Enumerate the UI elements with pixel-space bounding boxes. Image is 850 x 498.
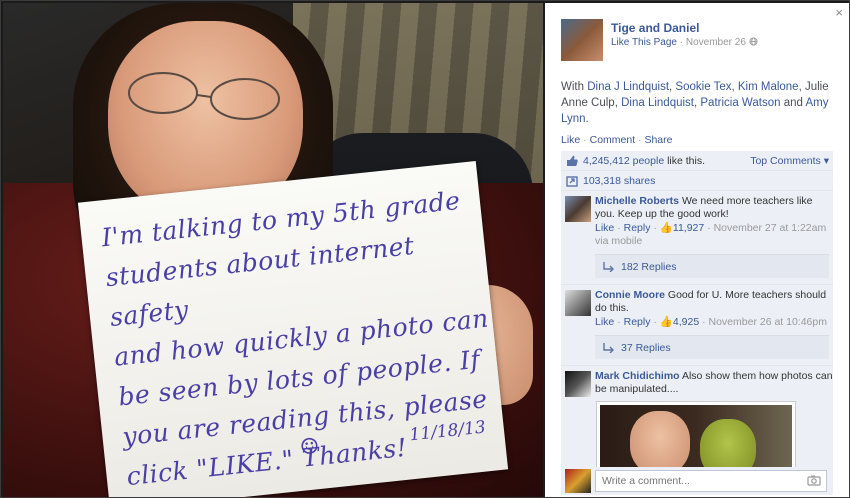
tagged-person[interactable]: Patricia Watson [700,97,780,109]
reply-icon [603,343,614,353]
smiley: ☺ [298,433,321,461]
likes-count[interactable]: 4,245,412 people [583,155,664,167]
tagged-people: With Dina J Lindquist, Sookie Tex, Kim M… [561,81,829,125]
comment-time: · November 26 at 10:46pm [699,316,827,328]
thumbs-up-icon: 👍 [659,222,673,234]
attachment-ogre [700,419,756,471]
page-avatar[interactable] [561,19,603,61]
tagged-person[interactable]: Dina J Lindquist [587,81,669,93]
photo[interactable]: I'm talking to my 5th grade students abo… [3,3,543,497]
tagged-person[interactable]: Sookie Tex [675,81,731,93]
comment-like-count[interactable]: 4,925 [673,316,699,328]
page-name[interactable]: Tige and Daniel [611,21,699,35]
comment-author[interactable]: Connie Moore [595,289,665,301]
share-button[interactable]: Share [644,134,672,146]
comment-reply-link[interactable]: Reply [624,222,651,234]
comment-like-link[interactable]: Like [595,222,614,234]
page-meta: Like This Page · November 26 [611,37,758,48]
tagged-person[interactable]: Kim Malone [738,81,799,93]
comment: Mark Chidichimo Also show them how photo… [561,366,833,478]
like-button[interactable]: Like [561,134,580,146]
comment-attachment-photo[interactable] [597,402,795,474]
close-icon[interactable]: × [835,5,843,20]
attachment-face [630,411,690,471]
post-actions: Like · Comment · Share [561,134,673,146]
share-icon [566,176,578,187]
comment-input[interactable] [595,470,827,492]
reply-icon [603,262,614,272]
comment: Michelle Roberts We need more teachers l… [561,191,833,285]
post-date[interactable]: · November 26 [677,37,749,48]
likes-suffix: like this. [664,155,706,167]
post-sidebar: × Tige and Daniel Like This Page · Novem… [545,3,849,497]
replies-toggle[interactable]: 37 Replies [595,335,829,359]
tagged-person[interactable]: Dina Lindquist [621,97,694,109]
comment-composer [561,467,833,495]
comment-meta: Like · Reply · 👍4,925 · November 26 at 1… [595,316,827,328]
comment-meta: Like · Reply · 👍11,927 · November 27 at … [595,222,827,247]
replies-toggle[interactable]: 182 Replies [595,254,829,278]
glasses [128,72,280,120]
handwritten-sign: I'm talking to my 5th grade students abo… [77,160,509,497]
replies-label: 182 Replies [621,261,677,273]
comment-reply-link[interactable]: Reply [624,316,651,328]
photo-viewer: I'm talking to my 5th grade students abo… [0,0,850,498]
feedback-box: 4,245,412 people like this. Top Comments… [561,151,833,478]
avatar[interactable] [565,196,591,222]
like-page-link[interactable]: Like This Page [611,37,677,48]
likes-row: 4,245,412 people like this. Top Comments… [561,151,833,171]
comment-like-count[interactable]: 11,927 [673,222,704,234]
comment-like-link[interactable]: Like [595,316,614,328]
with-prefix: With [561,81,588,93]
thumbs-up-icon: 👍 [659,316,673,328]
comment-author[interactable]: Mark Chidichimo [595,370,680,382]
replies-label: 37 Replies [621,342,671,354]
avatar [565,469,591,493]
camera-icon[interactable] [807,475,821,486]
avatar[interactable] [565,371,591,397]
comment: Connie Moore Good for U. More teachers s… [561,285,833,366]
shares-count[interactable]: 103,318 shares [583,175,655,187]
thumbs-up-icon [567,155,578,166]
comment-button[interactable]: Comment [590,134,636,146]
shares-row: 103,318 shares [561,171,833,191]
post-header: Tige and Daniel Like This Page · Novembe… [561,19,839,65]
top-comments-dropdown[interactable]: Top Comments ▾ [750,151,829,171]
globe-icon [749,37,758,46]
avatar[interactable] [565,290,591,316]
comment-author[interactable]: Michelle Roberts [595,195,679,207]
